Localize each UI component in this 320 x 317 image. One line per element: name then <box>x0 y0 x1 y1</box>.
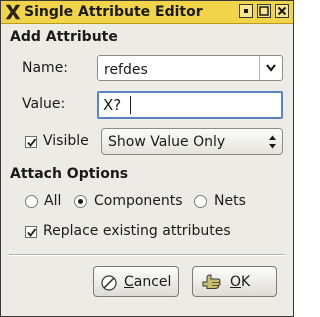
value-text: X? <box>103 96 122 114</box>
name-dropdown-button[interactable] <box>259 56 282 80</box>
radio-all[interactable] <box>25 195 38 208</box>
value-input[interactable]: X? <box>97 91 283 119</box>
x-app-icon[interactable] <box>4 3 22 21</box>
checkmark-icon <box>27 228 37 237</box>
value-label: Value: <box>22 96 66 112</box>
ok-button[interactable]: OK <box>192 266 277 297</box>
cancel-button-label: Cancel <box>124 274 172 290</box>
close-icon <box>277 6 287 16</box>
iconify-button[interactable] <box>239 4 253 18</box>
radio-components-label[interactable]: Components <box>94 193 183 209</box>
maximize-icon <box>259 6 269 16</box>
add-attribute-heading: Add Attribute <box>10 29 118 45</box>
close-button[interactable] <box>275 4 289 18</box>
radio-nets[interactable] <box>194 195 207 208</box>
text-cursor <box>130 96 131 114</box>
ok-button-label: OK <box>230 274 251 290</box>
name-combo[interactable]: refdes <box>97 55 283 81</box>
iconify-icon <box>244 9 248 13</box>
chevron-down-icon <box>266 64 276 72</box>
name-label: Name: <box>22 60 69 76</box>
title-bar[interactable]: Single Attribute Editor <box>1 1 293 24</box>
attach-options-heading: Attach Options <box>10 166 129 182</box>
radio-all-label[interactable]: All <box>44 193 61 209</box>
radio-components[interactable] <box>74 195 87 208</box>
visible-checkbox[interactable] <box>25 136 37 148</box>
window-title: Single Attribute Editor <box>24 4 203 20</box>
maximize-button[interactable] <box>257 4 271 18</box>
replace-existing-checkbox[interactable] <box>25 226 37 238</box>
radio-selected-dot <box>78 199 83 204</box>
cancel-icon <box>101 275 117 291</box>
ok-hand-icon <box>202 274 221 289</box>
visibility-select[interactable]: Show Value Only <box>101 128 283 155</box>
separator <box>9 254 285 256</box>
radio-nets-label[interactable]: Nets <box>214 193 246 209</box>
visible-label[interactable]: Visible <box>43 133 89 149</box>
updown-arrows-icon <box>269 135 276 149</box>
visibility-selected-value: Show Value Only <box>108 134 226 150</box>
replace-existing-label[interactable]: Replace existing attributes <box>43 223 231 239</box>
single-attribute-editor-window: Single Attribute Editor Add Attribute Na… <box>0 0 294 317</box>
cancel-button[interactable]: Cancel <box>93 266 179 297</box>
name-value[interactable]: refdes <box>104 62 148 78</box>
checkmark-icon <box>27 138 37 147</box>
